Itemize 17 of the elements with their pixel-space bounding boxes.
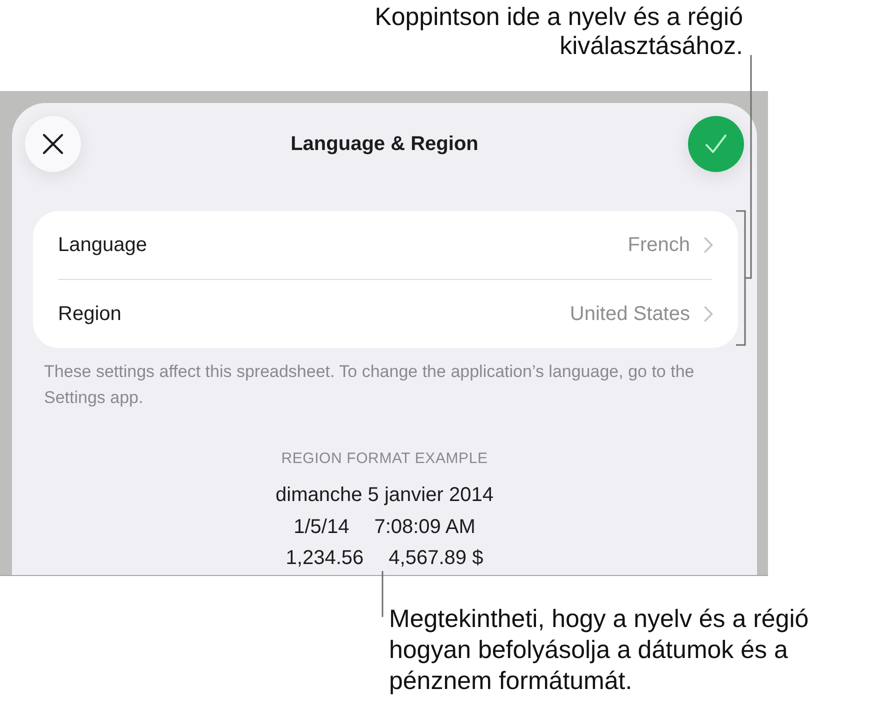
checkmark-icon xyxy=(704,134,727,154)
format-example-text: dimanche 5 janvier 2014 xyxy=(276,483,494,508)
format-example-text: 1,234.56 xyxy=(286,546,364,571)
callout-text: Koppintson ide a nyelv és a régió kiválasztásához. xyxy=(374,3,743,62)
format-example-text: 4,567.89 $ xyxy=(388,546,484,571)
chevron-icon xyxy=(704,237,713,253)
format-example-text: 1/5/14 xyxy=(294,514,350,540)
format-example-text: 7:08:09 AM xyxy=(374,514,476,540)
callout-text: Megtekintheti, hogy a nyelv és a régió hogyan befolyásolja a dátumok és a pénznem formátumát. xyxy=(389,604,810,697)
sheet-title: Language & Region xyxy=(290,132,478,157)
footnote-text: These settings affect this spreadsheet. To change the application’s language, go to the Settings app. xyxy=(44,361,696,409)
close-icon xyxy=(43,134,63,154)
settings-row[interactable]: Language French xyxy=(33,211,738,279)
chevron-icon xyxy=(704,306,713,322)
leader-line xyxy=(381,571,384,617)
format-example-heading: REGION FORMAT EXAMPLE xyxy=(281,449,488,469)
settings-row[interactable]: Region United States xyxy=(33,280,738,348)
